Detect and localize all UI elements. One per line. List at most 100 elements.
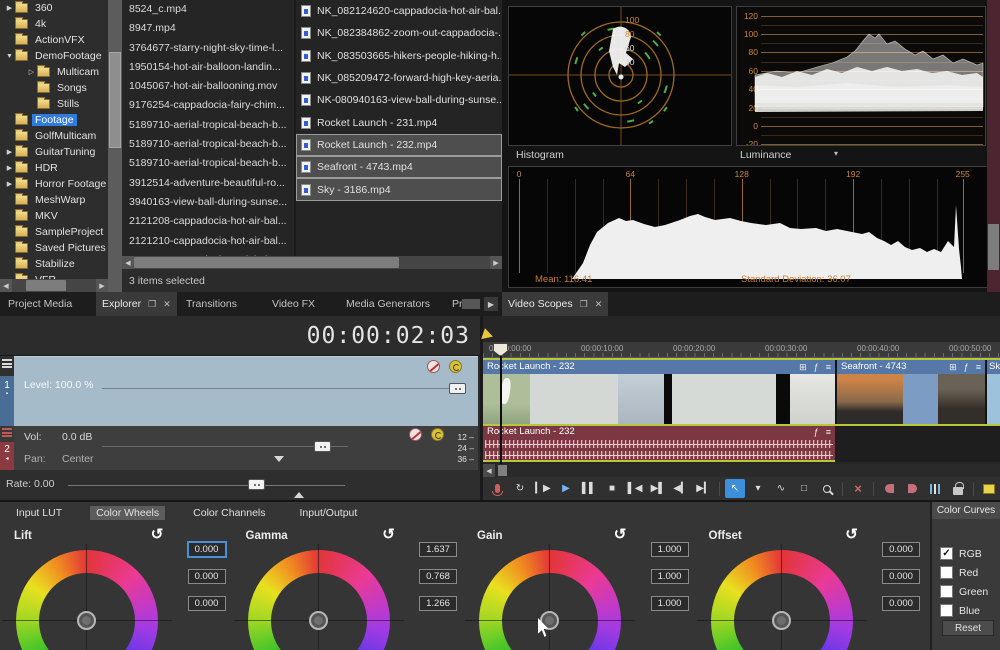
file-list-item[interactable]: 1950154-hot-air-balloon-landin... [122,58,294,77]
media-clip-item[interactable]: Rocket Launch - 232.mp4 [296,134,502,156]
tree-item[interactable]: ▼ DemoFootage [0,48,108,64]
color-wheel[interactable] [711,550,853,650]
blue-value-field[interactable]: 0.000 [882,596,920,611]
level-slider-track[interactable] [102,388,460,389]
track-mute-icon[interactable] [427,360,440,373]
scroll-right-icon[interactable]: ▶ [96,279,108,292]
blue-value-field[interactable]: 1.000 [651,596,689,611]
track-solo-icon[interactable] [449,360,462,373]
checkbox[interactable] [940,585,953,598]
record-button[interactable] [487,479,507,498]
red-value-field[interactable]: 1.637 [419,542,457,557]
file-list-item[interactable]: 3940163-view-ball-during-sunse... [122,193,294,212]
marker-flag-icon[interactable] [479,327,493,339]
loop-playback-button[interactable]: ↻ [510,479,530,498]
float-window-icon[interactable]: ❐ [148,299,156,310]
tree-item[interactable]: ▶ HDR [0,160,108,176]
go-to-end-button[interactable]: ▶▌ [648,479,668,498]
video-clip-rocket-launch[interactable]: Rocket Launch - 232 ⊞ ƒ ≡ [483,360,835,424]
tab-project-media[interactable]: Project Media [2,292,78,316]
event-menu-icon[interactable]: ≡ [826,426,831,438]
delete-button[interactable]: × [848,479,868,498]
tree-item[interactable]: Songs [0,80,108,96]
event-fx-icon[interactable]: ƒ [814,360,819,374]
track2-number[interactable]: 2◂ [0,442,14,470]
fade-in-button[interactable] [879,479,899,498]
file-list-item[interactable]: 2121210-cappadocia-hot-air-bal... [122,232,294,251]
checkbox[interactable] [940,566,953,579]
pause-button[interactable]: ▌▌ [579,479,599,498]
tab-scroll-thumb[interactable] [462,299,480,309]
lock-event-button[interactable] [948,479,968,498]
event-fx-icon[interactable]: ƒ [964,360,969,374]
tree-item[interactable]: 4k [0,16,108,32]
tree-item[interactable]: Stabilize [0,256,108,272]
red-value-field[interactable]: 0.000 [882,542,920,557]
tree-item[interactable]: Footage [0,112,108,128]
tree-vertical-scrollbar[interactable] [108,0,122,292]
track-menu-icon[interactable] [2,359,12,368]
previous-frame-button[interactable]: ◀▎ [671,479,691,498]
rate-slider-handle[interactable] [248,479,265,490]
tree-item[interactable]: ▶ GuitarTuning [0,144,108,160]
audio-track-header[interactable]: Vol: 0.0 dB Pan: Center 12 –24 –36 – [14,426,478,470]
grading-tab[interactable]: Color Wheels [90,506,165,520]
file-list-item[interactable]: 9176254-cappadocia-fairy-chim... [122,96,294,115]
tab-scroll-right-icon[interactable]: ▶ [484,297,498,311]
float-window-icon[interactable]: ❐ [580,299,588,310]
track-menu-icon[interactable] [2,428,12,437]
video-track-header[interactable]: Level: 100.0 % [14,356,478,426]
fade-out-button[interactable] [902,479,922,498]
color-wheel-puck[interactable] [309,611,328,630]
file-list-item[interactable]: 5189710-aerial-tropical-beach-b... [122,154,294,173]
volume-slider-handle[interactable] [314,441,331,452]
scroll-left-icon[interactable]: ◀ [122,256,134,269]
wheel-reset-button[interactable]: ↺ [611,526,629,544]
file-list-item[interactable]: 5189710-aerial-tropical-beach-b... [122,135,294,154]
play-from-start-button[interactable]: ▎▶ [533,479,553,498]
rate-slider-track[interactable] [68,485,345,486]
normal-edit-tool-button[interactable]: ↖ [725,479,745,498]
next-frame-button[interactable]: ▶▎ [694,479,714,498]
color-wheel-puck[interactable] [772,611,791,630]
tab-media-generators[interactable]: Media Generators [340,292,436,316]
file-list-item[interactable]: 8947.mp4 [122,19,294,38]
tree-item[interactable]: MKV [0,208,108,224]
scroll-left-icon[interactable]: ◀ [483,464,495,477]
waveform-type-dropdown[interactable]: Luminance [740,149,791,161]
tab-explorer[interactable]: Explorer ❐ ✕ [96,292,177,316]
pan-crop-icon[interactable]: ⊞ [949,360,957,374]
expand-arrow-icon[interactable]: ▶ [4,148,15,156]
histogram-type-dropdown[interactable]: Histogram [516,149,564,161]
file-list-item[interactable]: 3912514-adventure-beautiful-ro... [122,174,294,193]
blue-value-field[interactable]: 0.000 [188,596,226,611]
scroll-right-icon[interactable]: ▶ [490,256,502,269]
scroll-thumb[interactable] [134,257,399,268]
red-value-field[interactable]: 0.000 [188,542,226,557]
timecode-display[interactable]: 00:00:02:03 [307,323,470,349]
zoom-edit-tool-button[interactable] [817,479,837,498]
media-clip-item[interactable]: Sky - 3186.mp4 [296,178,502,200]
event-menu-icon[interactable]: ≡ [976,360,981,374]
expand-arrow-icon[interactable]: ▶ [4,4,15,12]
green-value-field[interactable]: 0.000 [188,569,226,584]
tab-video-fx[interactable]: Video FX [266,292,321,316]
grading-tab[interactable]: Color Channels [187,506,271,520]
close-icon[interactable]: ✕ [595,299,603,310]
color-wheel[interactable] [16,550,158,650]
envelope-edit-tool-button[interactable]: ∿ [771,479,791,498]
timeline-horizontal-scrollbar[interactable]: ◀ [483,464,1000,477]
color-wheel[interactable] [248,550,390,650]
close-icon[interactable]: ✕ [163,299,171,310]
expand-arrow-icon[interactable]: ▷ [26,68,37,76]
wheel-reset-button[interactable]: ↺ [148,526,166,544]
tab-transitions[interactable]: Transitions [180,292,243,316]
volume-value[interactable]: 0.0 dB [62,431,92,443]
marker-note-button[interactable] [979,479,999,498]
curves-channel-blue[interactable]: Blue [940,603,980,618]
split-event-button[interactable] [925,479,945,498]
color-wheel-puck[interactable] [77,611,96,630]
tree-item[interactable]: ▶ Horror Footage [0,176,108,192]
checkbox[interactable] [940,604,953,617]
green-value-field[interactable]: 1.000 [651,569,689,584]
